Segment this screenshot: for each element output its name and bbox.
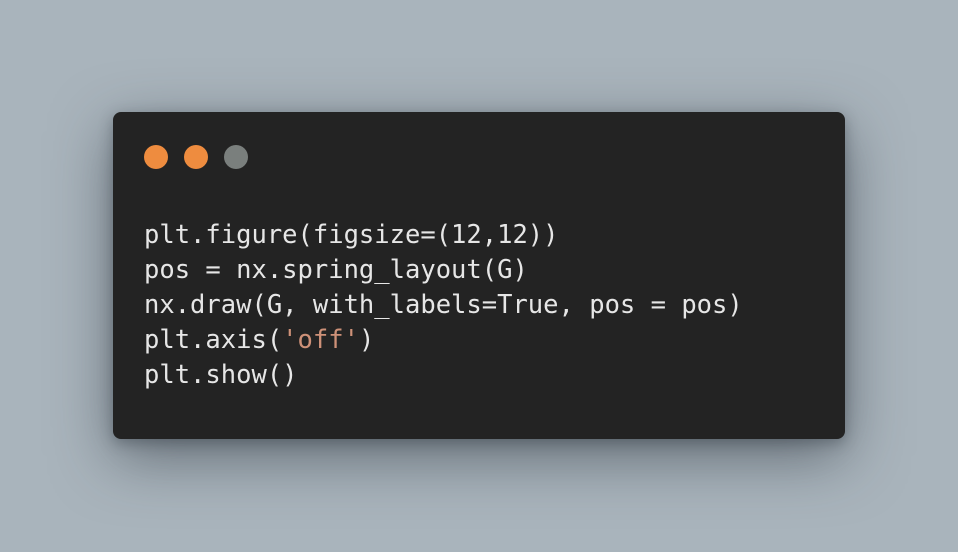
code-block: plt.figure(figsize=(12,12)) pos = nx.spri…	[144, 218, 743, 393]
maximize-button[interactable]	[224, 145, 248, 169]
string-literal: 'off'	[282, 325, 359, 355]
code-window: plt.figure(figsize=(12,12)) pos = nx.spri…	[113, 112, 845, 439]
close-button[interactable]	[144, 145, 168, 169]
code-line: plt.axis('off')	[144, 323, 743, 358]
code-token: plt.axis(	[144, 325, 283, 355]
minimize-button[interactable]	[184, 145, 208, 169]
window-controls	[144, 145, 248, 169]
code-token: )	[358, 325, 375, 355]
code-line: nx.draw(G, with_labels=True, pos = pos)	[144, 290, 743, 320]
code-line: plt.show()	[144, 360, 298, 390]
code-line: plt.figure(figsize=(12,12))	[144, 220, 559, 250]
code-line: pos = nx.spring_layout(G)	[144, 255, 528, 285]
